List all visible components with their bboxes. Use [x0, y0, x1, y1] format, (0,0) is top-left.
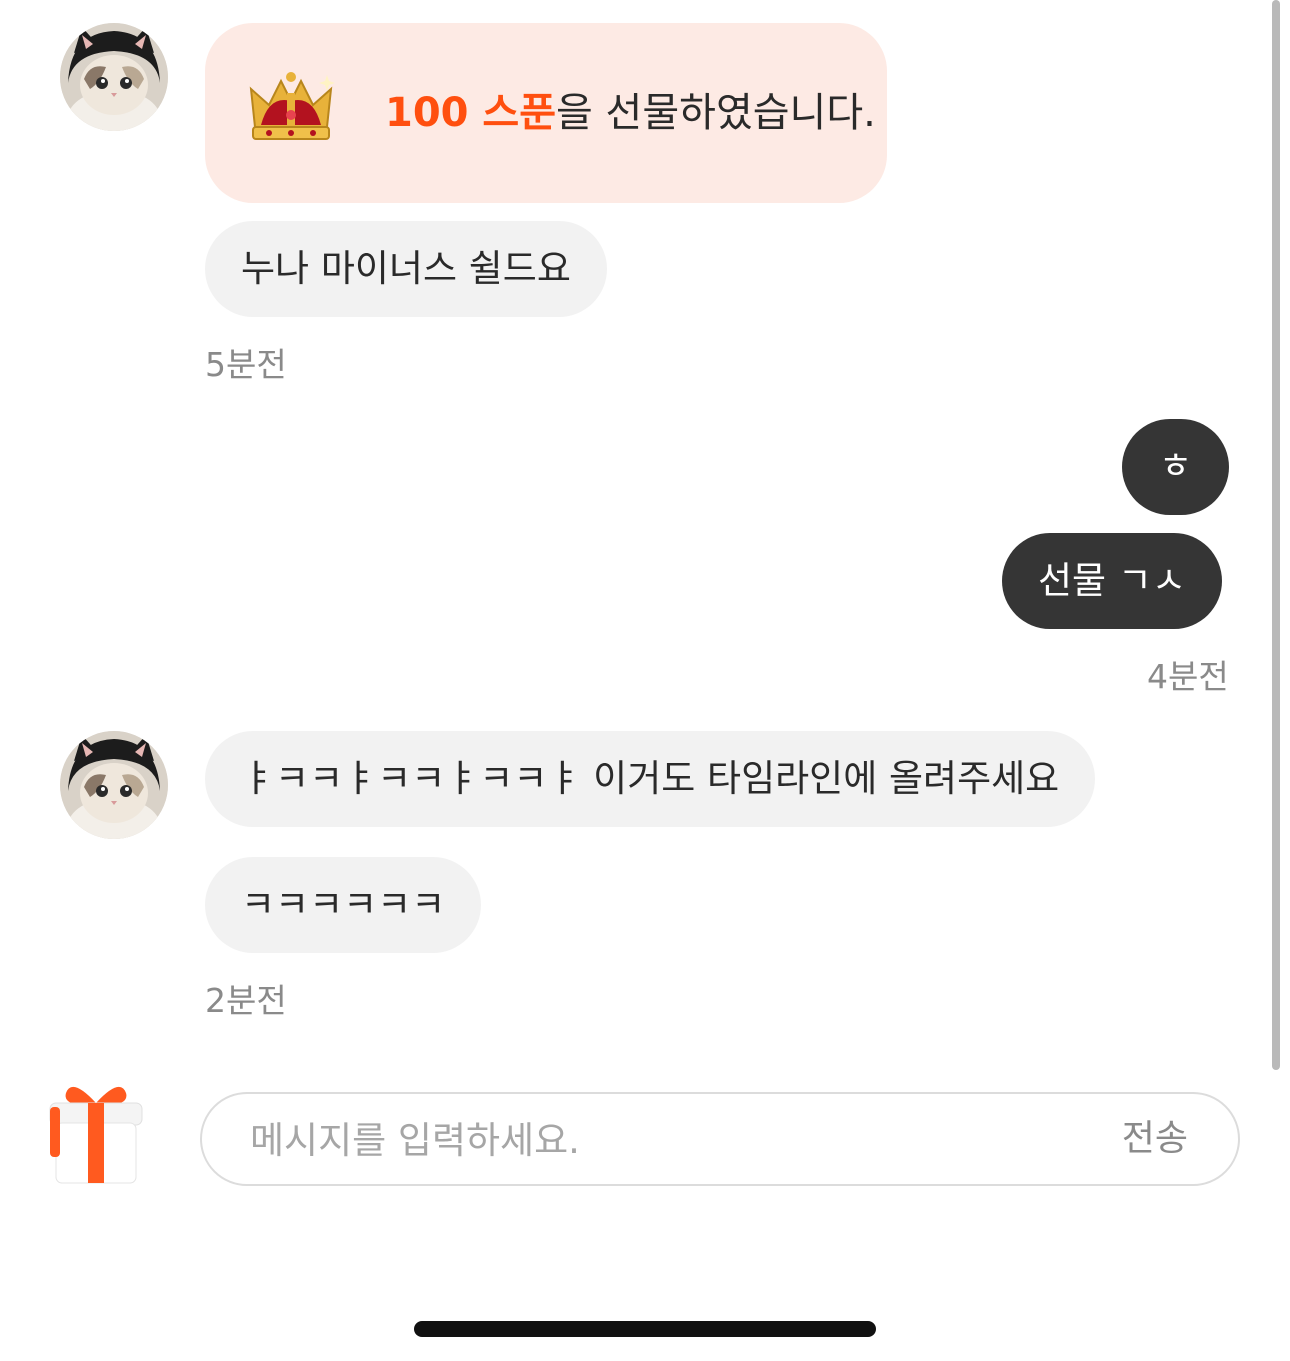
- outgoing-message[interactable]: ㅎ: [1122, 419, 1229, 515]
- message-timestamp: 2분전: [205, 981, 287, 1020]
- send-button[interactable]: 전송: [1122, 1094, 1188, 1184]
- scrollbar[interactable]: [1272, 0, 1280, 1070]
- cat-avatar-icon: [60, 23, 168, 131]
- cat-avatar-icon: [60, 731, 168, 839]
- message-timestamp: 5분전: [205, 345, 287, 384]
- gift-message-text: 100 스푼을 선물하였습니다.: [385, 23, 876, 203]
- incoming-message[interactable]: 누나 마이너스 쉴드요: [205, 221, 607, 317]
- home-indicator: [414, 1321, 876, 1337]
- sender-avatar[interactable]: [60, 731, 168, 839]
- gift-amount: 100 스푼: [385, 90, 557, 136]
- incoming-message[interactable]: ㅋㅋㅋㅋㅋㅋ: [205, 857, 482, 953]
- gift-box-icon: [49, 1086, 143, 1184]
- message-input[interactable]: [248, 1094, 1052, 1186]
- gift-message-card: 100 스푼을 선물하였습니다.: [205, 23, 887, 203]
- outgoing-message[interactable]: 선물 ㄱㅅ: [1002, 533, 1222, 629]
- message-timestamp: 4분전: [1147, 657, 1229, 696]
- sender-avatar[interactable]: [60, 23, 168, 131]
- incoming-message[interactable]: ㅑㅋㅋㅑㅋㅋㅑㅋㅋㅑ 이거도 타임라인에 올려주세요: [205, 731, 1096, 827]
- gift-suffix: 을 선물하였습니다.: [556, 90, 876, 136]
- crown-icon: [249, 72, 335, 140]
- gift-button[interactable]: [46, 1077, 146, 1187]
- message-composer: 전송: [200, 1092, 1240, 1186]
